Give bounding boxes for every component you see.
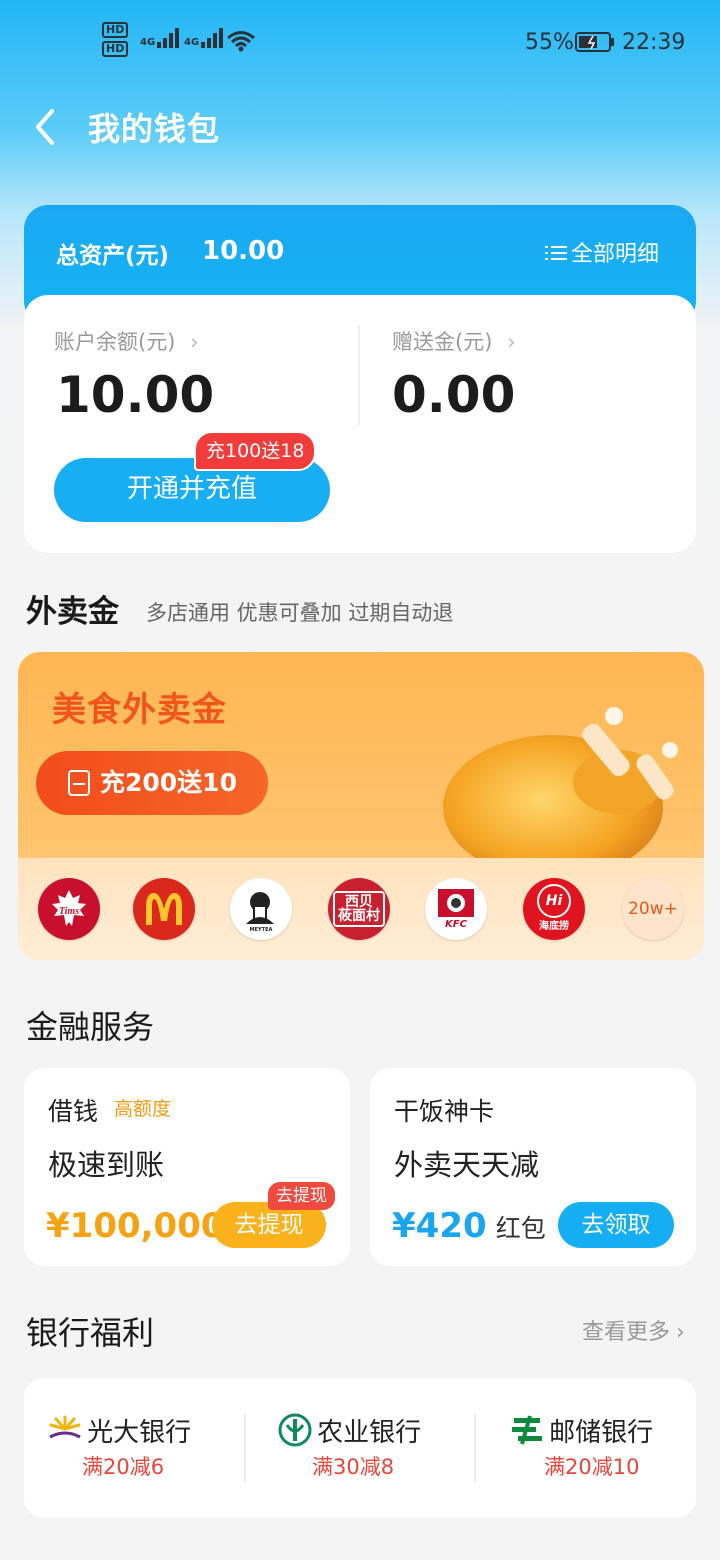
- abc-logo-icon: [278, 1413, 312, 1447]
- chevron-right-icon: ›: [676, 1320, 685, 1345]
- card-icon: [68, 770, 90, 796]
- list-icon: [545, 246, 567, 260]
- divider: [358, 325, 360, 425]
- divider: [244, 1414, 246, 1482]
- signal-icon: 4G: [140, 28, 181, 52]
- food-credit-recharge-label: 充200送10: [100, 768, 237, 797]
- page-title: 我的钱包: [88, 110, 221, 148]
- claim-button[interactable]: 去领取: [558, 1202, 674, 1248]
- bank-name: 农业银行: [317, 1418, 422, 1448]
- xibei-logo-icon[interactable]: 西贝 莜面村: [328, 878, 390, 940]
- meal-card-title: 干饭神卡: [394, 1097, 495, 1126]
- bank-name: 邮储银行: [549, 1418, 654, 1448]
- signal-icon: 4G: [184, 28, 225, 52]
- psbc-logo-icon: [512, 1415, 542, 1445]
- cebbank-logo-icon: [49, 1415, 81, 1439]
- bank-offer-cebbank[interactable]: 光大银行 满20减6: [48, 1412, 191, 1481]
- tims-logo-icon[interactable]: Tims: [38, 878, 100, 940]
- chevron-right-icon: ›: [190, 330, 199, 354]
- food-credit-recharge-button[interactable]: 充200送10: [36, 751, 268, 815]
- back-arrow-icon[interactable]: [30, 105, 70, 149]
- account-balance-link[interactable]: 账户余额(元) ›: [54, 326, 198, 356]
- loan-amount: ¥100,000: [46, 1206, 225, 1246]
- more-brands-count[interactable]: 20w+: [622, 878, 684, 940]
- bank-offer-abc[interactable]: 农业银行 满30减8: [278, 1412, 421, 1481]
- recharge-promo-badge: 充100送18: [194, 431, 317, 471]
- all-details-label: 全部明细: [571, 242, 660, 267]
- account-balance-value: 10.00: [56, 366, 215, 424]
- takeaway-section-subtitle: 多店通用 优惠可叠加 过期自动退: [146, 601, 454, 625]
- meal-card-reward: ¥420 红包: [392, 1206, 546, 1246]
- all-details-link[interactable]: 全部明细: [545, 236, 659, 268]
- finance-section-title: 金融服务: [26, 1008, 155, 1046]
- account-balance-label: 账户余额(元): [54, 330, 176, 354]
- haidilao-logo-icon[interactable]: Hi 海底捞: [523, 878, 585, 940]
- mcdonalds-logo-icon[interactable]: [133, 878, 195, 940]
- total-assets-value: 10.00: [202, 236, 285, 266]
- roast-chicken-image: [443, 707, 678, 879]
- loan-headline: 极速到账: [48, 1148, 165, 1182]
- heytea-logo-icon[interactable]: MEYTEA: [230, 878, 292, 940]
- kfc-logo-icon[interactable]: KFC: [425, 878, 487, 940]
- divider: [474, 1414, 476, 1482]
- clock: 22:39: [622, 30, 686, 55]
- wifi-icon: [227, 31, 255, 52]
- bank-offer: 满30减8: [312, 1455, 395, 1479]
- bank-offer: 满20减10: [544, 1455, 640, 1479]
- status-bar: HD HD 4G 4G 55% 22:39: [0, 0, 720, 80]
- chevron-right-icon: ›: [507, 330, 516, 354]
- food-credit-title: 美食外卖金: [52, 690, 227, 730]
- hd-icon: HD: [102, 22, 129, 38]
- takeaway-section-title: 外卖金: [26, 594, 119, 630]
- bank-section-title: 银行福利: [26, 1314, 155, 1352]
- svg-text:Tims: Tims: [59, 906, 79, 917]
- battery-icon: [575, 32, 614, 52]
- meal-card-headline: 外卖天天减: [394, 1148, 540, 1182]
- gift-money-value: 0.00: [392, 366, 516, 424]
- bank-offer: 满20减6: [82, 1455, 165, 1479]
- bank-name: 光大银行: [87, 1418, 192, 1448]
- svg-text:KFC: KFC: [445, 919, 468, 930]
- meal-card-unit: 红包: [495, 1214, 546, 1243]
- bank-offer-psbc[interactable]: 邮储银行 满20减10: [510, 1412, 653, 1481]
- view-more-label: 查看更多: [582, 1320, 671, 1345]
- view-more-link[interactable]: 查看更多 ›: [582, 1314, 685, 1346]
- hd-indicator: HD HD: [102, 22, 129, 57]
- hd-icon: HD: [102, 41, 129, 57]
- battery-percent: 55%: [525, 30, 574, 55]
- total-assets-label: 总资产(元): [56, 243, 170, 269]
- meal-card-amount: ¥420: [392, 1206, 487, 1246]
- loan-title: 借钱: [48, 1097, 99, 1126]
- loan-tag: 高额度: [114, 1098, 172, 1120]
- svg-text:MEYTEA: MEYTEA: [250, 927, 273, 933]
- withdraw-badge: 去提现: [268, 1182, 335, 1210]
- gift-money-link[interactable]: 赠送金(元) ›: [392, 326, 515, 356]
- brand-logo-row: Tims MEYTEA 西贝 莜面村 KFC Hi 海底捞 20w+: [18, 858, 704, 960]
- gift-money-label: 赠送金(元): [392, 330, 493, 354]
